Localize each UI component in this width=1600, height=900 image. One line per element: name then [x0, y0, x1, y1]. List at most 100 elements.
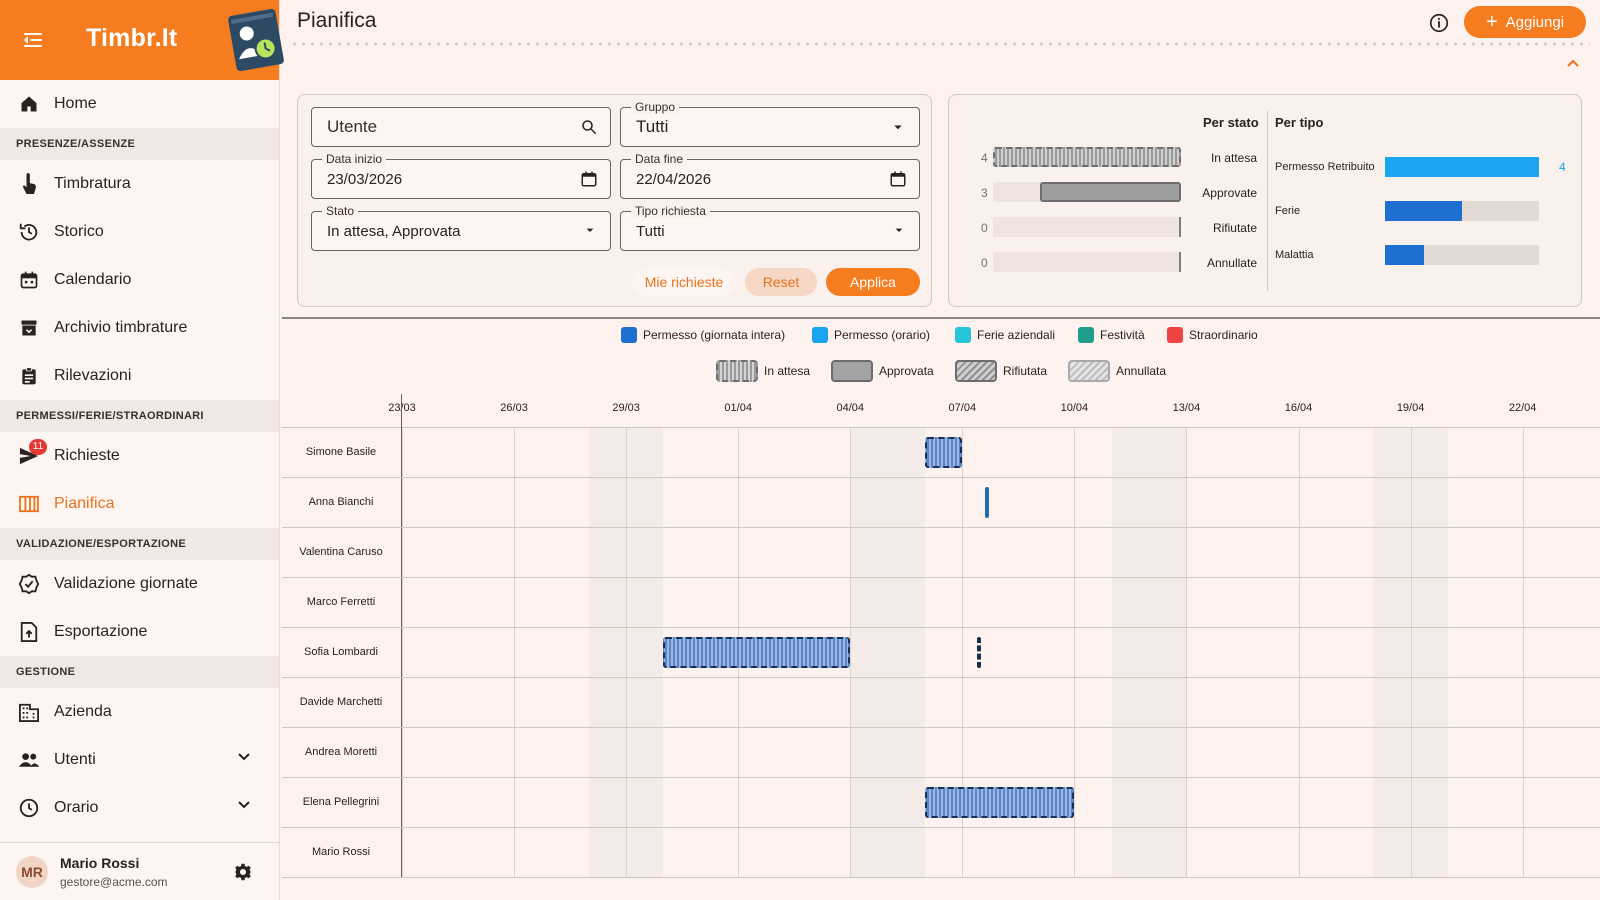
tipo-richiesta-label: Tipo richiesta — [631, 204, 710, 218]
table-row[interactable]: Andrea Moretti — [282, 728, 1600, 778]
stato-select[interactable]: Stato In attesa, Approvata — [311, 204, 611, 251]
employee-name: Simone Basile — [305, 446, 377, 458]
sidebar-item-timbratura[interactable]: Timbratura — [0, 160, 279, 208]
tipo-richiesta-select[interactable]: Tipo richiesta Tutti — [620, 204, 920, 251]
request-bar[interactable] — [984, 487, 989, 518]
sidebar-item-richieste[interactable]: 11 Richieste — [0, 432, 279, 480]
table-row[interactable]: Valentina Caruso — [282, 528, 1600, 578]
sidebar-item-storico[interactable]: Storico — [0, 208, 279, 256]
legend-label: Permesso (orario) — [834, 328, 931, 342]
utente-search-field[interactable]: Utente — [311, 107, 611, 147]
date-tick-label: 07/04 — [948, 402, 977, 414]
stato-label: Approvate — [1202, 186, 1257, 200]
sidebar-item-rilevazioni[interactable]: Rilevazioni — [0, 352, 279, 400]
menu-toggle-icon[interactable] — [24, 30, 46, 50]
applica-button[interactable]: Applica — [826, 268, 920, 296]
sidebar-item-validazione[interactable]: Validazione giornate — [0, 560, 279, 608]
home-icon — [18, 93, 40, 115]
date-tick-label: 22/04 — [1508, 402, 1537, 414]
tipo-bar — [1385, 157, 1539, 177]
table-row[interactable]: Anna Bianchi — [282, 478, 1600, 528]
sidebar-item-esportazione[interactable]: Esportazione — [0, 608, 279, 656]
legend-label: In attesa — [764, 364, 811, 378]
sidebar-item-home[interactable]: Home — [0, 80, 279, 128]
request-bar[interactable] — [924, 787, 1075, 818]
user-name: Mario Rossi — [60, 855, 140, 871]
sidebar-item-label: Validazione giornate — [54, 575, 198, 592]
table-row[interactable]: Sofia Lombardi — [282, 628, 1600, 678]
chevron-up-icon[interactable] — [1566, 58, 1580, 68]
clock-icon — [18, 797, 40, 819]
sidebar-item-label: Esportazione — [54, 623, 148, 640]
tipo-value: 4 — [1559, 160, 1566, 174]
sidebar-item-azienda[interactable]: Azienda — [0, 688, 279, 736]
legend-swatch — [955, 327, 971, 343]
legend-type-item: Permesso (orario) — [812, 327, 930, 343]
date-tick-label: 26/03 — [500, 402, 528, 414]
mie-richieste-button[interactable]: Mie richieste — [632, 268, 736, 296]
legend-type-item: Festività — [1078, 327, 1145, 343]
request-bar[interactable] — [977, 637, 982, 668]
data-inizio-field[interactable]: Data inizio 23/03/2026 — [311, 152, 611, 199]
table-row[interactable]: Davide Marchetti — [282, 678, 1600, 728]
date-tick-label: 16/04 — [1284, 402, 1313, 414]
tipo-label: Ferie — [1275, 205, 1301, 217]
avatar[interactable]: MR — [16, 856, 48, 888]
utente-placeholder: Utente — [327, 117, 378, 136]
sidebar-item-label: Richieste — [54, 447, 120, 464]
clipboard-icon — [18, 365, 40, 387]
stato-label: Stato — [322, 204, 359, 218]
calendar-icon[interactable] — [580, 170, 598, 188]
data-fine-field[interactable]: Data fine 22/04/2026 — [620, 152, 920, 199]
stats-divider — [1267, 111, 1268, 291]
section-gestione: GESTIONE — [0, 656, 279, 688]
dropdown-arrow-icon — [895, 228, 903, 232]
request-bar[interactable] — [663, 637, 851, 668]
gruppo-select[interactable]: Gruppo Tutti — [620, 100, 920, 147]
date-tick-label: 19/04 — [1396, 402, 1425, 414]
date-tick-label: 13/04 — [1172, 402, 1201, 414]
dropdown-arrow-icon — [586, 228, 594, 232]
chevron-down-icon[interactable] — [237, 800, 251, 810]
add-button-label: Aggiungi — [1505, 13, 1565, 31]
legend-swatch — [1068, 360, 1110, 382]
tipo-label: Permesso Retribuito — [1275, 161, 1375, 173]
table-row[interactable]: Mario Rossi — [282, 828, 1600, 878]
table-row[interactable]: Marco Ferretti — [282, 578, 1600, 628]
sidebar-item-pianifica[interactable]: Pianifica — [0, 480, 279, 528]
legend-swatch — [831, 360, 873, 382]
search-icon[interactable] — [580, 118, 598, 136]
calendar-icon[interactable] — [889, 170, 907, 188]
stato-value: In attesa, Approvata — [327, 223, 461, 240]
sidebar-item-calendario[interactable]: Calendario — [0, 256, 279, 304]
section-permessi: PERMESSI/FERIE/STRAORDINARI — [0, 400, 279, 432]
info-icon[interactable] — [1428, 12, 1450, 34]
dropdown-arrow-icon — [894, 125, 902, 130]
legend-swatch — [812, 327, 828, 343]
sidebar-item-archivio[interactable]: Archivio timbrature — [0, 304, 279, 352]
legend-type-item: Ferie aziendali — [955, 327, 1055, 343]
legend-type-item: Straordinario — [1167, 327, 1258, 343]
file-export-icon — [18, 621, 40, 643]
app-logo-icon — [228, 8, 284, 72]
legend-label: Annullata — [1116, 364, 1167, 378]
tipo-bar — [1385, 245, 1424, 265]
employee-name: Sofia Lombardi — [304, 646, 378, 658]
reset-button[interactable]: Reset — [745, 268, 817, 296]
sidebar-item-label: Timbratura — [54, 175, 131, 192]
request-bar[interactable] — [924, 437, 963, 468]
legend-label: Straordinario — [1189, 328, 1258, 342]
plus-icon: + — [1485, 11, 1498, 33]
sidebar-item-utenti[interactable]: Utenti — [0, 736, 279, 784]
add-button[interactable]: + Aggiungi — [1464, 6, 1586, 38]
data-inizio-value: 23/03/2026 — [327, 171, 403, 188]
legend-state-item: In attesa — [716, 360, 810, 382]
touch-icon — [18, 173, 40, 195]
building-icon — [18, 701, 40, 723]
gear-icon[interactable] — [234, 863, 252, 881]
chevron-down-icon[interactable] — [237, 752, 251, 762]
section-validazione: VALIDAZIONE/ESPORTAZIONE — [0, 528, 279, 560]
employee-name: Mario Rossi — [311, 846, 371, 858]
stats-panel: Per stato Per tipo 4 In attesa 3 Approvate 0… — [948, 94, 1582, 307]
sidebar-item-orario[interactable]: Orario — [0, 784, 279, 832]
